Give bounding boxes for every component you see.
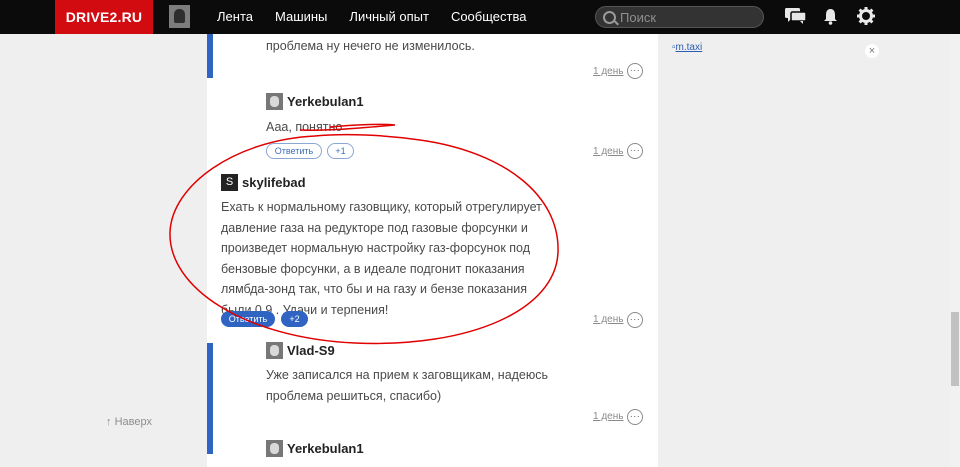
nav-cars[interactable]: Машины bbox=[275, 0, 327, 34]
arrow-up-icon: ↑ bbox=[106, 416, 112, 428]
site-logo[interactable]: DRIVE2.RU bbox=[55, 0, 153, 34]
comment-author[interactable]: Yerkebulan1 bbox=[266, 440, 364, 457]
more-actions-button[interactable]: ··· bbox=[627, 63, 643, 79]
comment-author[interactable]: S skylifebad bbox=[221, 174, 306, 191]
ad-close-button[interactable]: × bbox=[865, 44, 879, 58]
username[interactable]: Vlad-S9 bbox=[287, 343, 335, 358]
username[interactable]: skylifebad bbox=[242, 175, 306, 190]
more-actions-button[interactable]: ··· bbox=[627, 143, 643, 159]
thread-indent-bar bbox=[207, 34, 213, 78]
main-nav: Лента Машины Личный опыт Сообщества bbox=[217, 0, 526, 34]
reply-button[interactable]: Ответить bbox=[221, 311, 275, 327]
ad-banner[interactable]: ▫m.taxi bbox=[672, 42, 702, 53]
search-box bbox=[595, 6, 764, 28]
comment-author[interactable]: Vlad-S9 bbox=[266, 342, 335, 359]
comment-author[interactable]: Yerkebulan1 bbox=[266, 93, 364, 110]
nav-feed[interactable]: Лента bbox=[217, 0, 253, 34]
comment-date[interactable]: 1 день bbox=[593, 66, 623, 77]
scrollbar-track[interactable] bbox=[950, 34, 960, 467]
comment-date[interactable]: 1 день bbox=[593, 146, 623, 157]
username[interactable]: Yerkebulan1 bbox=[287, 441, 364, 456]
user-avatar[interactable] bbox=[169, 5, 190, 28]
scrollbar-thumb[interactable] bbox=[951, 312, 959, 386]
search-icon bbox=[603, 11, 616, 24]
comment-date[interactable]: 1 день bbox=[593, 314, 623, 325]
comment-text: Уже записался на прием к заговщикам, над… bbox=[266, 368, 549, 403]
username[interactable]: Yerkebulan1 bbox=[287, 94, 364, 109]
notifications-bell-icon[interactable] bbox=[823, 8, 838, 25]
back-to-top-link[interactable]: ↑ Наверх bbox=[106, 416, 152, 428]
thread-indent-bar bbox=[207, 343, 213, 454]
comment-text: Ааа, понятно bbox=[266, 120, 343, 134]
messages-icon[interactable] bbox=[785, 8, 807, 25]
comment-text: проблема ну нечего не изменилось. bbox=[266, 39, 475, 53]
avatar[interactable] bbox=[266, 342, 283, 359]
comment-date[interactable]: 1 день bbox=[593, 411, 623, 422]
comments-panel: проблема ну нечего не изменилось. 1 день… bbox=[207, 34, 658, 467]
avatar[interactable]: S bbox=[221, 174, 238, 191]
more-actions-button[interactable]: ··· bbox=[627, 312, 643, 328]
nav-communities[interactable]: Сообщества bbox=[451, 0, 527, 34]
avatar[interactable] bbox=[266, 93, 283, 110]
like-button[interactable]: +1 bbox=[327, 143, 354, 159]
search-input[interactable] bbox=[620, 7, 755, 27]
more-actions-button[interactable]: ··· bbox=[627, 409, 643, 425]
nav-experience[interactable]: Личный опыт bbox=[349, 0, 429, 34]
reply-button[interactable]: Ответить bbox=[266, 143, 322, 159]
comment-text: Ехать к нормальному газовщику, который о… bbox=[221, 200, 542, 317]
settings-gear-icon[interactable] bbox=[857, 7, 875, 25]
top-navbar: DRIVE2.RU Лента Машины Личный опыт Сообщ… bbox=[0, 0, 960, 34]
like-button[interactable]: +2 bbox=[281, 311, 308, 327]
avatar[interactable] bbox=[266, 440, 283, 457]
